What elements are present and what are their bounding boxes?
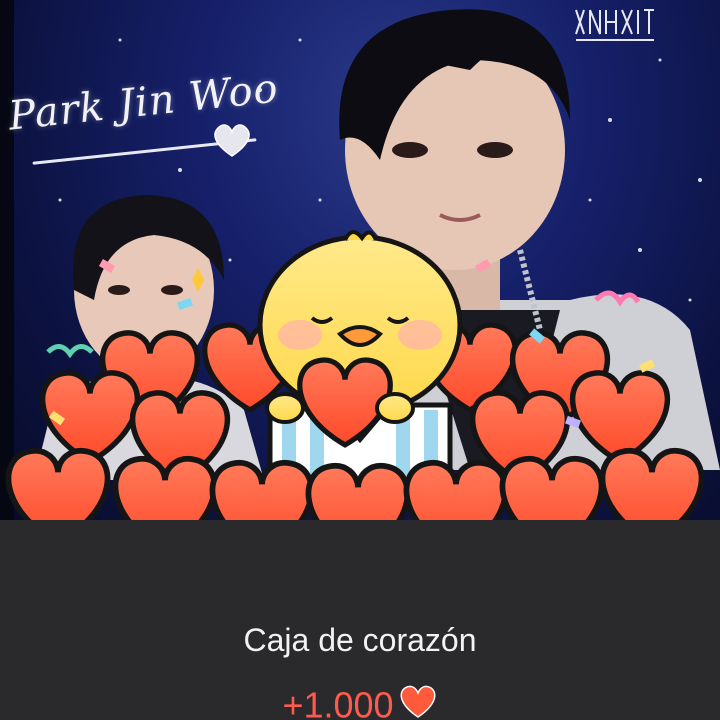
- reward-amount: +1.000: [282, 684, 394, 720]
- reward-popup-screen: Park Jin Woo Caja de corazón +1.000: [0, 0, 720, 720]
- reward-amount-row: +1.000: [0, 682, 720, 720]
- reward-title: Caja de corazón: [243, 622, 477, 658]
- heart-icon: [398, 683, 438, 720]
